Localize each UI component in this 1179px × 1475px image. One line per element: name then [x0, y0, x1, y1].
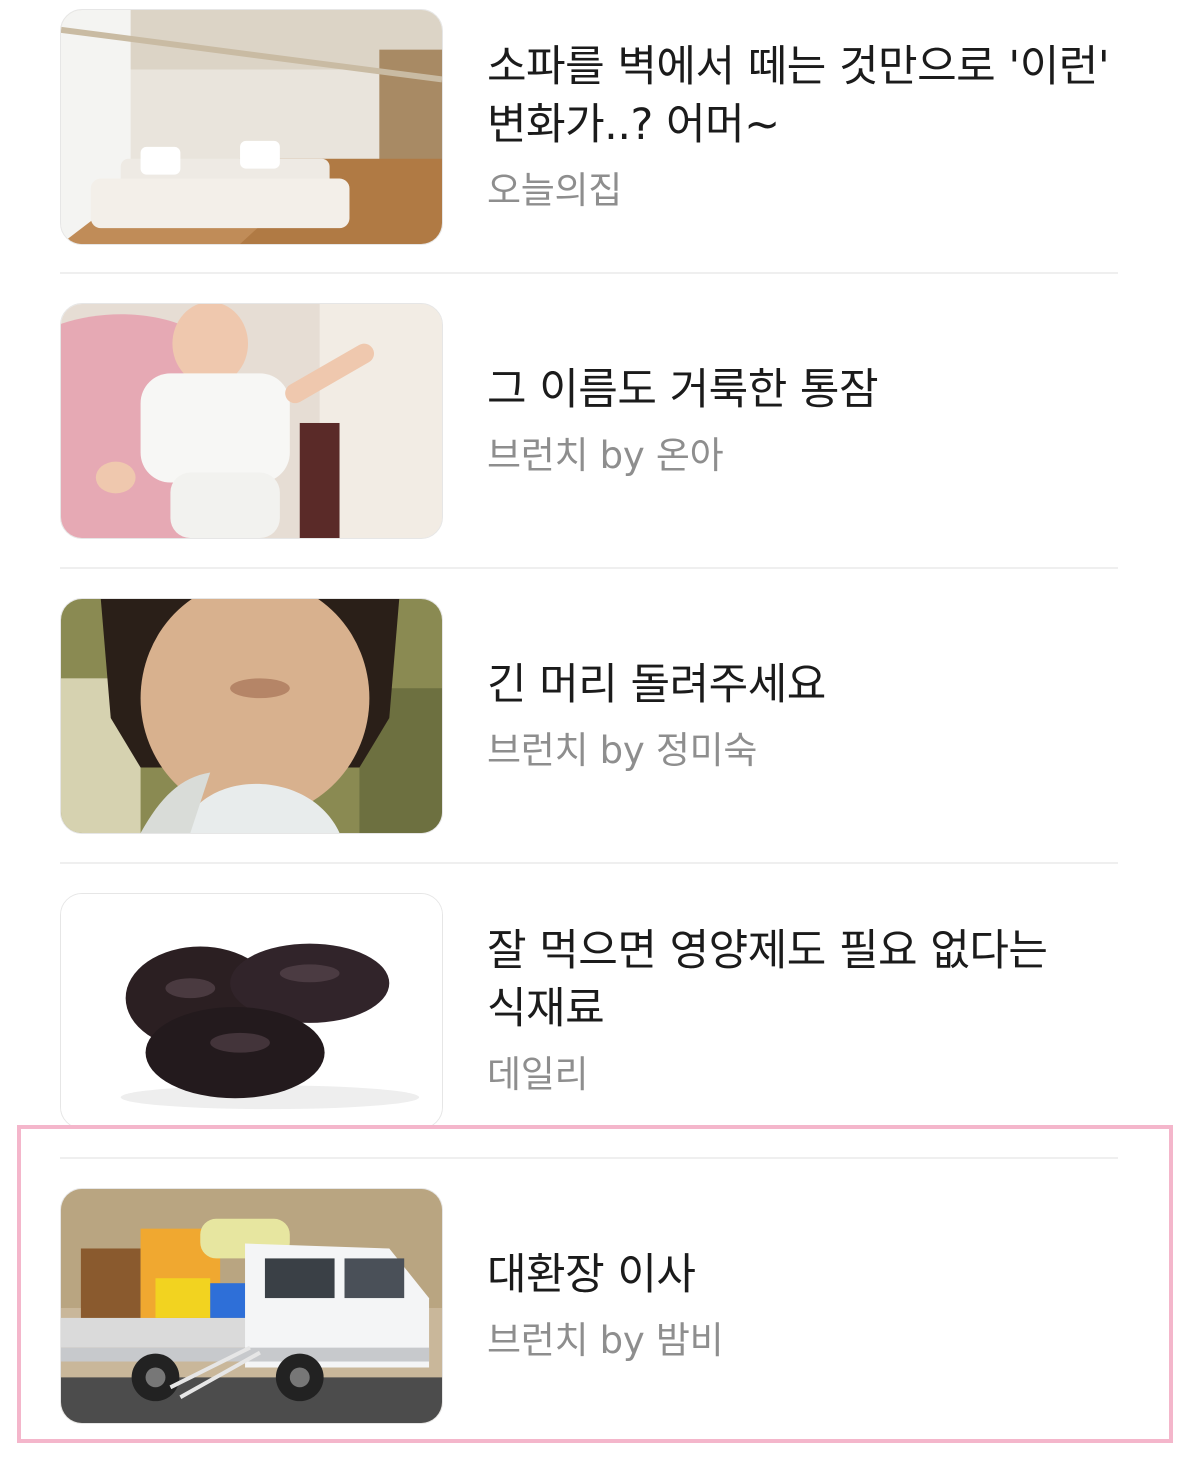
- article-title[interactable]: 대환장 이사: [487, 1246, 1118, 1304]
- article-thumbnail-living-room[interactable]: [60, 9, 443, 245]
- article-thumbnail-child[interactable]: [60, 598, 443, 834]
- article-source: 오늘의집: [487, 169, 622, 212]
- article-thumbnail-baby[interactable]: [60, 303, 443, 539]
- article-text: 소파를 벽에서 떼는 것만으로 '이런' 변화가..? 어머~ 오늘의집: [487, 9, 1118, 245]
- article-card-highlighted[interactable]: 대환장 이사 브런치 by 밤비: [60, 1188, 1118, 1424]
- divider: [60, 1157, 1118, 1159]
- living-room-sofa-image: [61, 10, 442, 244]
- article-text: 대환장 이사 브런치 by 밤비: [487, 1188, 1118, 1424]
- article-thumbnail-prunes[interactable]: [60, 893, 443, 1129]
- article-source: 브런치 by 밤비: [487, 1319, 724, 1362]
- article-title[interactable]: 잘 먹으면 영양제도 필요 없다는 식재료: [487, 922, 1118, 1038]
- moving-truck-image: [61, 1189, 442, 1423]
- article-title[interactable]: 소파를 벽에서 떼는 것만으로 '이런' 변화가..? 어머~: [487, 38, 1118, 154]
- article-card[interactable]: 그 이름도 거룩한 통잠 브런치 by 온아: [60, 303, 1118, 539]
- article-title[interactable]: 그 이름도 거룩한 통잠: [487, 361, 1118, 419]
- article-card[interactable]: 소파를 벽에서 떼는 것만으로 '이런' 변화가..? 어머~ 오늘의집: [60, 9, 1118, 245]
- sleeping-baby-image: [61, 304, 442, 538]
- divider: [60, 862, 1118, 864]
- article-title[interactable]: 긴 머리 돌려주세요: [487, 656, 1118, 714]
- article-text: 긴 머리 돌려주세요 브런치 by 정미숙: [487, 598, 1118, 834]
- article-card[interactable]: 긴 머리 돌려주세요 브런치 by 정미숙: [60, 598, 1118, 834]
- article-text: 그 이름도 거룩한 통잠 브런치 by 온아: [487, 303, 1118, 539]
- divider: [60, 272, 1118, 274]
- article-source: 데일리: [487, 1053, 589, 1096]
- article-thumbnail-truck[interactable]: [60, 1188, 443, 1424]
- child-portrait-image: [61, 599, 442, 833]
- article-source: 브런치 by 정미숙: [487, 729, 758, 772]
- dried-prunes-image: [61, 894, 442, 1128]
- article-text: 잘 먹으면 영양제도 필요 없다는 식재료 데일리: [487, 893, 1118, 1129]
- article-feed: 소파를 벽에서 떼는 것만으로 '이런' 변화가..? 어머~ 오늘의집 그 이…: [0, 0, 1179, 1475]
- article-card[interactable]: 잘 먹으면 영양제도 필요 없다는 식재료 데일리: [60, 893, 1118, 1129]
- article-source: 브런치 by 온아: [487, 434, 724, 477]
- divider: [60, 567, 1118, 569]
